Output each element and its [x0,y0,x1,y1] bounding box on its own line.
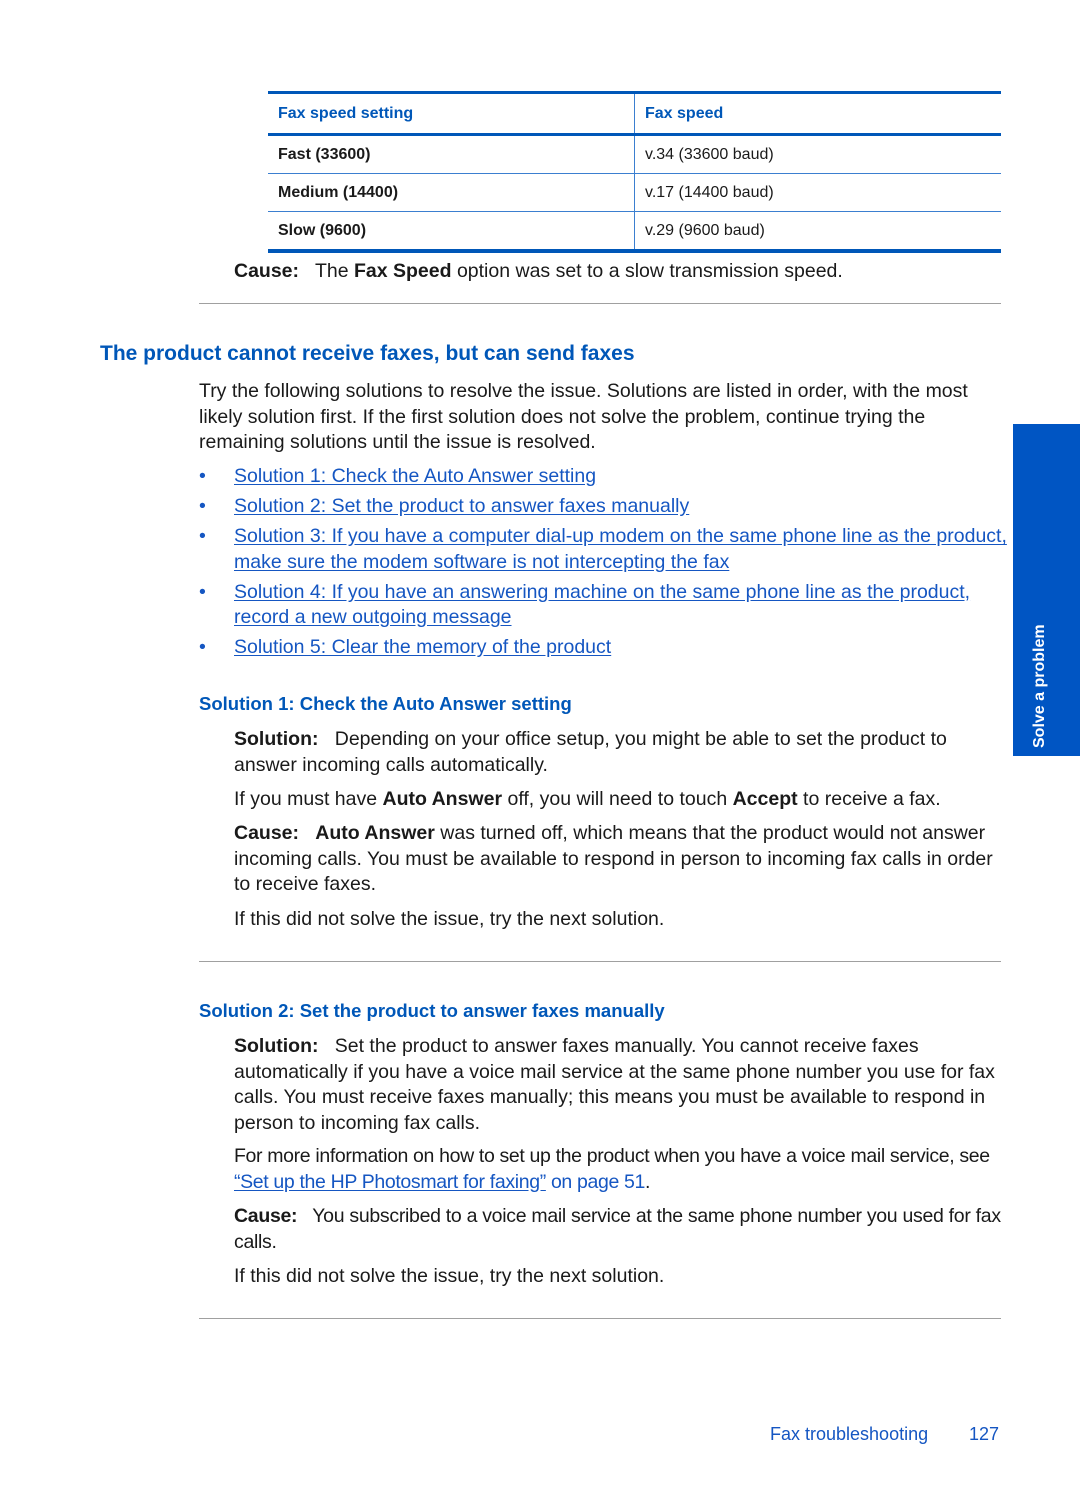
more-info-text: For more information on how to set up th… [234,1145,990,1167]
table-row: Medium (14400) v.17 (14400 baud) [268,173,1001,212]
list-item: • Solution 4: If you have an answering m… [199,580,1009,631]
cause-text: You subscribed to a voice mail service a… [234,1205,1001,1253]
cause-label: Cause: [234,1205,298,1227]
cause-label: Cause: [234,260,300,282]
solution-1-heading: Solution 1: Check the Auto Answer settin… [199,693,572,714]
solution-1-cause: Cause: Auto Answer was turned off, which… [234,821,1004,898]
page-number: 127 [969,1424,1000,1444]
solution-1-link[interactable]: Solution 1: Check the Auto Answer settin… [234,465,596,487]
bullet-icon: • [199,636,206,658]
side-tab-label: Solve a problem [1031,624,1048,748]
cause-text-pre: The [314,260,349,282]
note-text: off, you will need to touch [507,788,728,810]
more-info-period: . [645,1170,651,1193]
solution-1-solution: Solution: Depending on your office setup… [234,727,1004,778]
list-item: • Solution 3: If you have a computer dia… [199,524,1009,575]
cause-fax-speed: Cause: The Fax Speed option was set to a… [234,259,843,285]
setup-faxing-link[interactable]: “Set up the HP Photosmart for faxing” [234,1171,546,1193]
solution-1-note: If you must have Auto Answer off, you wi… [234,787,1004,813]
page-reference[interactable]: on page 51 [551,1171,645,1193]
solution-text: Set the product to answer faxes manually… [234,1035,995,1134]
divider [199,1318,1001,1319]
table-cell-setting: Medium (14400) [268,173,635,212]
list-item: • Solution 2: Set the product to answer … [199,494,1009,520]
section-intro: Try the following solutions to resolve t… [199,380,968,453]
solution-2-cause: Cause: You subscribed to a voice mail se… [234,1204,1004,1255]
solution-1-next: If this did not solve the issue, try the… [234,908,665,930]
solution-3-link[interactable]: Solution 3: If you have a computer dial-… [234,525,1007,573]
note-bold-auto-answer: Auto Answer [382,788,503,810]
note-text: to receive a fax. [803,788,941,810]
solution-label: Solution: [234,728,319,750]
table-row: Fast (33600) v.34 (33600 baud) [268,134,1001,174]
table-row: Slow (9600) v.29 (9600 baud) [268,211,1001,251]
footer-section-title: Fax troubleshooting [770,1424,929,1444]
table-cell-speed: v.29 (9600 baud) [645,221,765,239]
bullet-icon: • [199,580,206,603]
list-item: • Solution 1: Check the Auto Answer sett… [199,464,1009,490]
solution-5-link[interactable]: Solution 5: Clear the memory of the prod… [234,636,611,658]
fax-speed-table: Fax speed setting Fax speed Fast (33600)… [268,91,1001,253]
table-header-speed: Fax speed [645,104,724,122]
note-text: If you must have [234,788,378,810]
list-item: • Solution 5: Clear the memory of the pr… [199,635,1009,661]
solution-2-more-info: For more information on how to set up th… [234,1144,1004,1195]
divider [199,961,1001,962]
cause-label: Cause: [234,822,300,844]
solution-text: Depending on your office setup, you migh… [234,728,947,776]
solution-label: Solution: [234,1035,319,1057]
cause-bold: Auto Answer [315,822,435,844]
solution-2-next: If this did not solve the issue, try the… [234,1265,665,1287]
cause-text-bold: Fax Speed [353,260,452,282]
table-cell-speed: v.17 (14400 baud) [645,183,774,201]
solutions-list: • Solution 1: Check the Auto Answer sett… [199,464,1009,665]
bullet-icon: • [199,525,206,547]
solution-2-solution: Solution: Set the product to answer faxe… [234,1034,1004,1136]
note-bold-accept: Accept [732,788,798,810]
solution-2-link[interactable]: Solution 2: Set the product to answer fa… [234,495,689,517]
divider [199,303,1001,304]
bullet-icon: • [199,465,206,487]
bullet-icon: • [199,495,206,517]
cause-text-post: option was set to a slow transmission sp… [456,260,843,282]
table-cell-setting: Fast (33600) [268,134,635,174]
table-header-row: Fax speed setting Fax speed [268,92,1001,135]
table-header-setting: Fax speed setting [268,92,635,135]
table-cell-setting: Slow (9600) [268,211,635,251]
solution-4-link[interactable]: Solution 4: If you have an answering mac… [234,581,970,629]
solution-2-heading: Solution 2: Set the product to answer fa… [199,1000,665,1021]
section-title: The product cannot receive faxes, but ca… [100,342,635,365]
table-cell-speed: v.34 (33600 baud) [645,145,774,163]
